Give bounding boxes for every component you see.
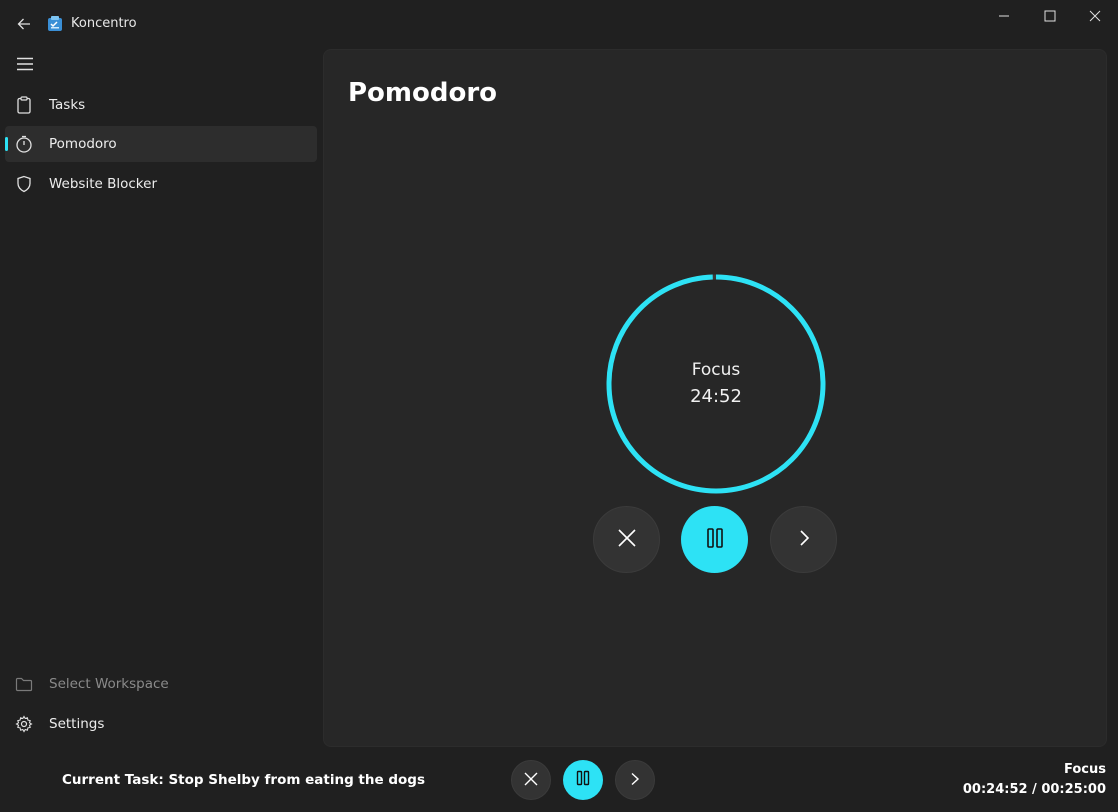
stop-button[interactable] (511, 760, 551, 800)
shield-icon (15, 175, 33, 193)
pause-button[interactable] (563, 760, 603, 800)
title-bar: Koncentro (0, 0, 1118, 48)
app-window: Koncentro Tasks Pomodoro Website Blocker (0, 0, 1118, 812)
bottom-timer-mode: Focus (1064, 762, 1106, 777)
sidebar-item-label: Tasks (49, 97, 86, 113)
chevron-right-icon (629, 771, 641, 790)
sidebar-item-pomodoro[interactable]: Pomodoro (5, 126, 317, 162)
close-icon (617, 528, 637, 552)
main-panel: Pomodoro Focus 24:52 (323, 49, 1107, 747)
sidebar-item-label: Settings (49, 716, 105, 732)
sidebar-item-website-blocker[interactable]: Website Blocker (5, 166, 317, 202)
stop-button[interactable] (593, 506, 660, 573)
folder-icon (15, 675, 33, 693)
sidebar-item-label: Select Workspace (49, 676, 169, 692)
pause-icon (575, 770, 591, 790)
minimize-icon[interactable] (981, 0, 1027, 32)
sidebar-item-label: Pomodoro (49, 136, 117, 152)
back-arrow-icon[interactable] (12, 12, 36, 36)
sidebar-item-select-workspace[interactable]: Select Workspace (5, 666, 317, 702)
window-title: Koncentro (71, 16, 137, 31)
sidebar-item-tasks[interactable]: Tasks (5, 87, 317, 123)
close-icon (524, 771, 538, 790)
page-title: Pomodoro (348, 78, 498, 108)
skip-button[interactable] (615, 760, 655, 800)
sidebar-item-label: Website Blocker (49, 176, 157, 192)
timer-progress-ring (606, 274, 826, 494)
bottom-timer-time: 00:24:52 / 00:25:00 (962, 782, 1106, 797)
close-icon[interactable] (1072, 0, 1118, 32)
timer-mode-label: Focus (691, 360, 741, 380)
skip-button[interactable] (770, 506, 837, 573)
pause-icon (704, 527, 726, 553)
hamburger-icon[interactable] (12, 52, 38, 76)
sidebar-item-settings[interactable]: Settings (5, 706, 317, 742)
current-task-label: Current Task: Stop Shelby from eating th… (62, 772, 425, 788)
timer-remaining: 24:52 (690, 386, 742, 407)
gear-icon (15, 715, 33, 733)
active-indicator (5, 137, 8, 151)
pause-button[interactable] (681, 506, 748, 573)
clipboard-icon (15, 96, 33, 114)
app-logo-icon (46, 15, 64, 33)
chevron-right-icon (795, 529, 813, 551)
timer-icon (15, 135, 33, 153)
maximize-icon[interactable] (1027, 0, 1073, 32)
